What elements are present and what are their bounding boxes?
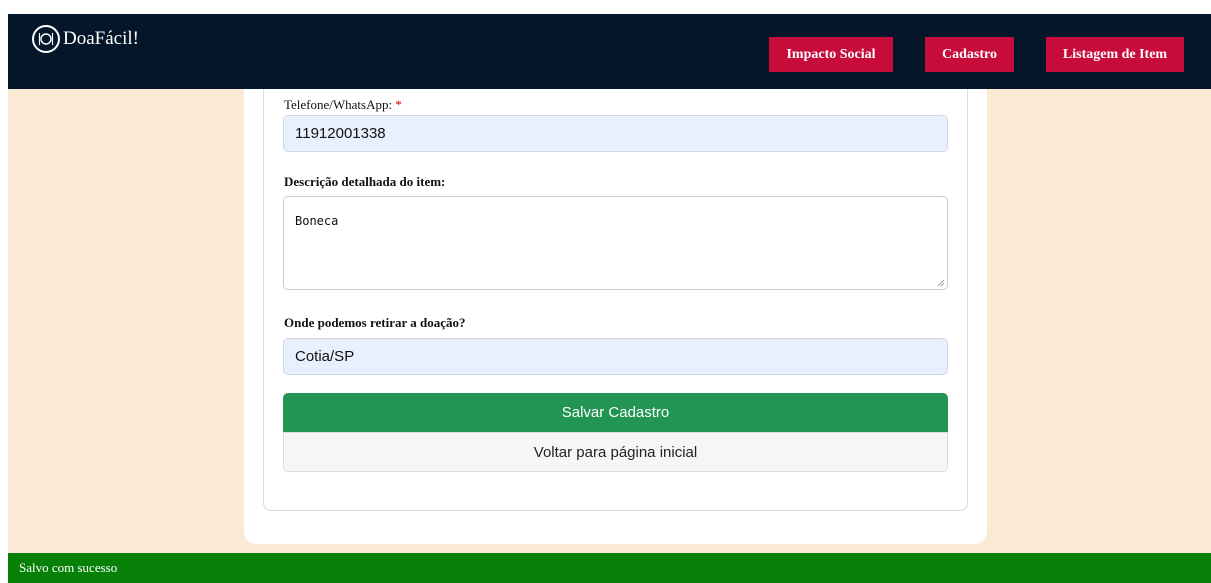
top-navbar [8, 14, 1211, 89]
required-asterisk: * [395, 97, 402, 112]
nav-link-listagem-de-item[interactable]: Listagem de Item [1046, 37, 1184, 72]
success-toast: Salvo com sucesso [8, 553, 1211, 583]
phone-label: Telefone/WhatsApp: * [284, 97, 402, 113]
description-text: Boneca [295, 214, 339, 228]
nav-link-impacto-social[interactable]: Impacto Social [769, 37, 893, 72]
phone-label-text: Telefone/WhatsApp: [284, 97, 393, 112]
pickup-location-input[interactable]: Cotia/SP [283, 338, 948, 375]
nav-link-cadastro[interactable]: Cadastro [925, 37, 1014, 72]
description-label: Descrição detalhada do item: [284, 174, 446, 189]
plate-cutlery-icon [32, 25, 60, 53]
resize-handle-icon[interactable] [937, 279, 945, 287]
save-button[interactable]: Salvar Cadastro [283, 393, 948, 432]
description-textarea[interactable]: Boneca [283, 196, 948, 290]
brand-name: DoaFácil! [63, 28, 139, 49]
back-to-home-button[interactable]: Voltar para página inicial [283, 432, 948, 472]
pickup-label: Onde podemos retirar a doação? [284, 315, 466, 330]
brand-logo-link[interactable]: DoaFácil! [32, 25, 139, 53]
phone-input[interactable]: 11912001338 [283, 115, 948, 152]
